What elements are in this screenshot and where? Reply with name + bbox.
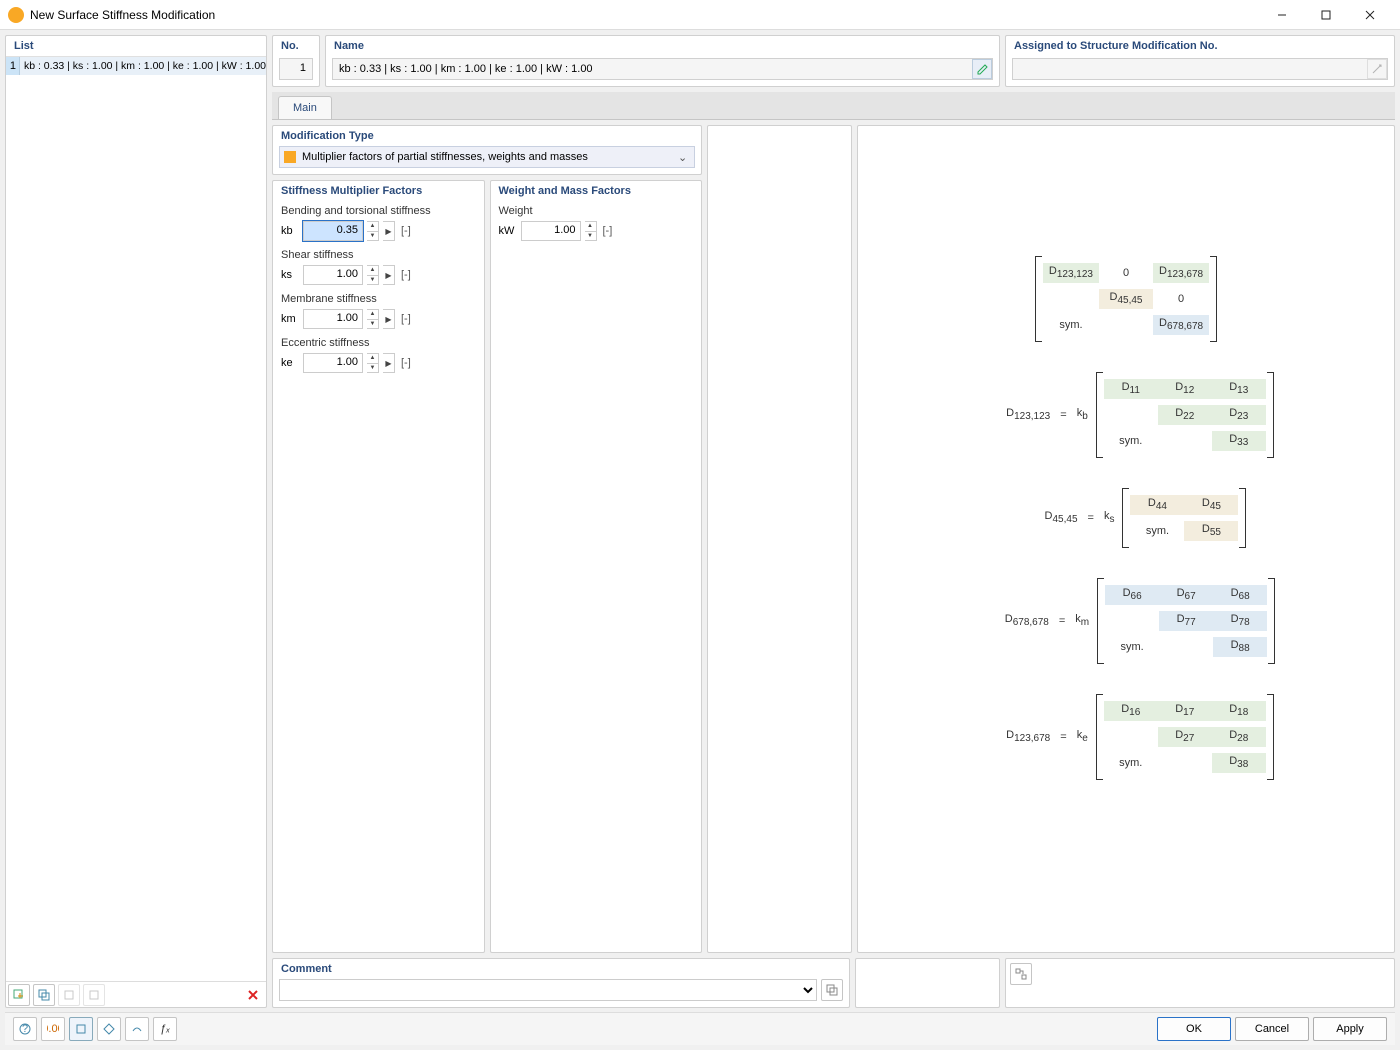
weight-title: Weight: [491, 201, 702, 221]
list-panel: List 1 kb : 0.33 | ks : 1.00 | km : 1.00…: [5, 35, 267, 1008]
ks-symbol: ks: [281, 269, 299, 281]
comment-select[interactable]: [279, 979, 817, 1001]
toolbar-button-3[interactable]: [58, 984, 80, 1006]
kw-input[interactable]: 1.00: [521, 221, 581, 241]
comment-header: Comment: [273, 959, 849, 979]
new-item-button[interactable]: [8, 984, 30, 1006]
comment-panel: Comment: [272, 958, 850, 1008]
maximize-button[interactable]: [1304, 1, 1348, 29]
stiffness-header: Stiffness Multiplier Factors: [273, 181, 484, 201]
km-symbol: km: [281, 313, 299, 325]
weight-header: Weight and Mass Factors: [491, 181, 702, 201]
copy-item-button[interactable]: [33, 984, 55, 1006]
view-button-2[interactable]: [97, 1017, 121, 1041]
ke-input[interactable]: 1.00: [303, 353, 363, 373]
assigned-header: Assigned to Structure Modification No.: [1006, 36, 1394, 56]
modtype-swatch: [284, 151, 296, 163]
toolbar-button-4[interactable]: [83, 984, 105, 1006]
kb-spinner[interactable]: ▲▼: [367, 221, 379, 241]
shear-title: Shear stiffness: [273, 245, 484, 265]
comment-library-button[interactable]: [821, 979, 843, 1001]
list-item-index: 1: [6, 57, 20, 75]
name-header: Name: [326, 36, 999, 56]
preview-tools: [1005, 958, 1395, 1008]
window-title: New Surface Stiffness Modification: [30, 8, 1260, 22]
tab-strip: Main: [272, 92, 1395, 120]
delete-item-button[interactable]: [242, 984, 264, 1006]
view-button-1[interactable]: [69, 1017, 93, 1041]
list-item[interactable]: 1 kb : 0.33 | ks : 1.00 | km : 1.00 | ke…: [6, 57, 266, 75]
svg-text:0.00: 0.00: [47, 1023, 59, 1035]
assigned-input[interactable]: [1012, 58, 1388, 80]
title-bar: New Surface Stiffness Modification: [0, 0, 1400, 30]
function-button[interactable]: ƒₓ: [153, 1017, 177, 1041]
modtype-select[interactable]: Multiplier factors of partial stiffnesse…: [279, 146, 695, 168]
ke-more[interactable]: ▶: [383, 353, 395, 373]
kw-spinner[interactable]: ▲▼: [585, 221, 597, 241]
kb-unit: [-]: [401, 225, 411, 237]
svg-text:?: ?: [22, 1023, 28, 1035]
ks-input[interactable]: 1.00: [303, 265, 363, 285]
number-header: No.: [273, 36, 319, 56]
chevron-down-icon: ⌄: [678, 151, 690, 164]
km-unit: [-]: [401, 313, 411, 325]
list-item-text: kb : 0.33 | ks : 1.00 | km : 1.00 | ke :…: [20, 60, 266, 72]
help-button[interactable]: ?: [13, 1017, 37, 1041]
kw-symbol: kW: [499, 225, 517, 237]
modtype-value: Multiplier factors of partial stiffnesse…: [302, 151, 672, 163]
list-body[interactable]: 1 kb : 0.33 | ks : 1.00 | km : 1.00 | ke…: [6, 56, 266, 981]
pick-assign-button[interactable]: [1367, 59, 1387, 79]
modtype-header: Modification Type: [273, 126, 701, 146]
name-input[interactable]: [332, 58, 993, 80]
kb-more[interactable]: ▶: [383, 221, 395, 241]
edit-name-button[interactable]: [972, 59, 992, 79]
kb-input[interactable]: 0.35: [303, 221, 363, 241]
blank-panel: [707, 125, 852, 953]
ke-unit: [-]: [401, 357, 411, 369]
km-input[interactable]: 1.00: [303, 309, 363, 329]
app-icon: [8, 7, 24, 23]
ks-more[interactable]: ▶: [383, 265, 395, 285]
close-button[interactable]: [1348, 1, 1392, 29]
weight-panel: Weight and Mass Factors Weight kW 1.00 ▲…: [490, 180, 703, 953]
bending-title: Bending and torsional stiffness: [273, 201, 484, 221]
minimize-button[interactable]: [1260, 1, 1304, 29]
name-panel: Name: [325, 35, 1000, 87]
cancel-button[interactable]: Cancel: [1235, 1017, 1309, 1041]
stiffness-panel: Stiffness Multiplier Factors Bending and…: [272, 180, 485, 953]
bottom-toolbar: ? 0.00 ƒₓ OK Cancel Apply: [5, 1012, 1395, 1045]
ks-spinner[interactable]: ▲▼: [367, 265, 379, 285]
svg-text:ƒₓ: ƒₓ: [160, 1023, 170, 1035]
view-button-3[interactable]: [125, 1017, 149, 1041]
assigned-panel: Assigned to Structure Modification No.: [1005, 35, 1395, 87]
comment-blank: [855, 958, 1000, 1008]
ke-spinner[interactable]: ▲▼: [367, 353, 379, 373]
number-panel: No. 1: [272, 35, 320, 87]
km-more[interactable]: ▶: [383, 309, 395, 329]
number-field[interactable]: 1: [279, 58, 313, 80]
kw-unit: [-]: [603, 225, 613, 237]
kb-symbol: kb: [281, 225, 299, 237]
formula-illustration: D123,1230D123,678D45,450sym.D678,678D123…: [857, 125, 1395, 953]
units-button[interactable]: 0.00: [41, 1017, 65, 1041]
ok-button[interactable]: OK: [1157, 1017, 1231, 1041]
ke-symbol: ke: [281, 357, 299, 369]
list-header: List: [6, 36, 266, 56]
eccentric-title: Eccentric stiffness: [273, 333, 484, 353]
km-spinner[interactable]: ▲▼: [367, 309, 379, 329]
apply-button[interactable]: Apply: [1313, 1017, 1387, 1041]
membrane-title: Membrane stiffness: [273, 289, 484, 309]
ks-unit: [-]: [401, 269, 411, 281]
tab-main[interactable]: Main: [278, 96, 332, 119]
modtype-panel: Modification Type Multiplier factors of …: [272, 125, 702, 175]
preview-tool-button[interactable]: [1010, 963, 1032, 985]
